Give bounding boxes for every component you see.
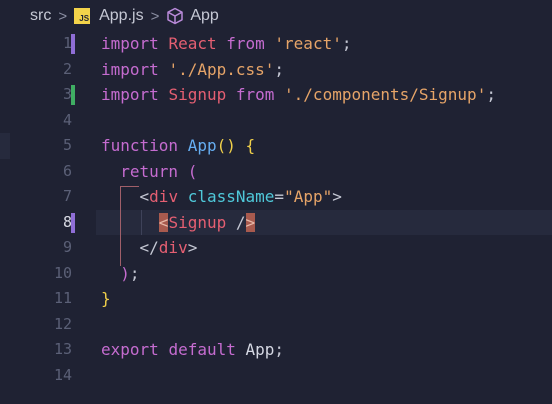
code-line[interactable]: function App() { — [101, 133, 255, 159]
line-number: 12 — [53, 314, 72, 333]
code-line[interactable]: <Signup /> — [101, 210, 256, 236]
code-token: ) — [120, 263, 130, 283]
line-number: 8 — [62, 212, 72, 231]
code-token: ; — [486, 85, 496, 104]
code-token: < — [139, 187, 150, 206]
breadcrumb-file[interactable]: App.js — [99, 7, 143, 25]
code-token: function — [101, 136, 188, 155]
code-token: </ — [139, 238, 159, 257]
code-token: Signup — [168, 85, 227, 104]
code-token: ; — [274, 340, 285, 359]
code-token: import — [101, 59, 169, 79]
breadcrumb-symbol[interactable]: App — [190, 7, 218, 25]
line-number: 4 — [62, 110, 72, 129]
code-token: > — [245, 212, 256, 232]
code-token: default — [168, 340, 246, 359]
code-token: ; — [274, 59, 285, 79]
code-token: './App.css' — [168, 59, 275, 79]
code-line[interactable]: import './App.css'; — [101, 57, 284, 83]
chevron-right-icon: > — [150, 7, 160, 25]
code-token: / — [235, 212, 246, 232]
code-token: import — [101, 34, 169, 53]
code-token: div — [149, 187, 179, 206]
breadcrumb: src > JS App.js > App — [0, 0, 552, 32]
code-token: export — [101, 340, 169, 359]
line-number: 11 — [53, 289, 72, 307]
code-token: { — [245, 136, 256, 155]
code-line[interactable]: } — [101, 286, 111, 312]
code-token: import — [101, 85, 169, 104]
code-token: > — [187, 238, 198, 257]
line-number: 2 — [62, 59, 72, 78]
code-token: > — [332, 187, 342, 206]
code-token: ; — [341, 34, 352, 53]
code-token: return — [120, 161, 188, 181]
code-token: "App" — [284, 187, 333, 206]
code-line[interactable]: export default App; — [101, 337, 284, 363]
code-token: () — [216, 136, 236, 155]
code-token: './components/Signup' — [284, 85, 487, 104]
code-token: 'react' — [274, 34, 342, 53]
chevron-right-icon: > — [58, 7, 68, 25]
code-token: React — [168, 34, 217, 53]
git-change-marker[interactable] — [71, 34, 75, 54]
line-number: 6 — [62, 161, 72, 180]
code-line[interactable]: return ( — [101, 159, 197, 185]
code-token: className — [187, 187, 275, 206]
git-change-marker[interactable] — [71, 85, 75, 105]
code-line[interactable]: import React from 'react'; — [101, 31, 351, 57]
code-token: App — [187, 136, 217, 155]
line-number: 10 — [53, 263, 72, 282]
code-token: div — [158, 238, 188, 257]
line-number: 3 — [62, 85, 72, 103]
code-token: ( — [187, 161, 198, 181]
breadcrumb-folder[interactable]: src — [30, 7, 51, 25]
line-number: 14 — [53, 365, 72, 384]
code-token: from — [226, 85, 285, 104]
git-change-marker[interactable] — [71, 212, 75, 233]
code-line[interactable]: <div className="App"> — [101, 184, 342, 210]
code-token: = — [274, 187, 285, 206]
javascript-file-icon: JS — [74, 8, 91, 24]
code-token: } — [101, 289, 111, 308]
line-number: 1 — [62, 34, 72, 52]
code-token: ; — [129, 263, 140, 283]
code-token: from — [216, 34, 275, 53]
code-line[interactable]: </div> — [101, 235, 198, 261]
code-token: < — [158, 212, 169, 232]
line-number: 13 — [53, 340, 72, 358]
code-token: Signup — [168, 212, 227, 232]
line-number: 7 — [62, 187, 72, 205]
line-number: 5 — [62, 136, 72, 154]
code-line[interactable]: ); — [101, 261, 140, 287]
line-number: 9 — [62, 238, 72, 256]
code-token: App — [245, 340, 275, 359]
code-line[interactable]: import Signup from './components/Signup'… — [101, 82, 496, 108]
symbol-class-icon — [167, 7, 184, 25]
